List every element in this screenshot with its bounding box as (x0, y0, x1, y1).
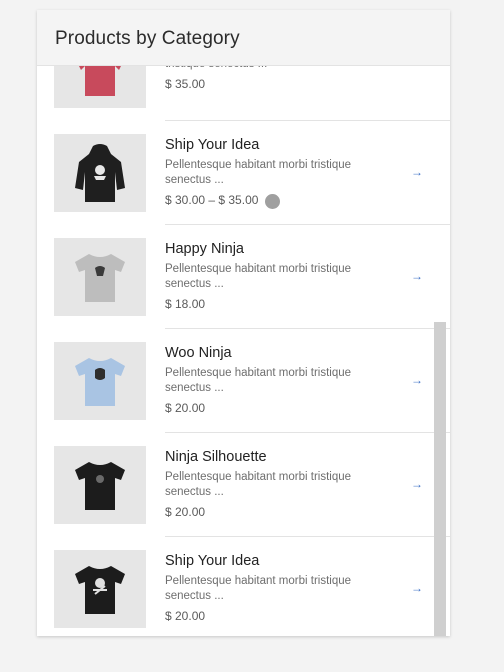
product-item[interactable]: Happy Ninja Pellentesque habitant morbi … (37, 225, 450, 329)
arrow-right-icon[interactable]: → (411, 581, 423, 595)
arrow-right-icon[interactable]: → (411, 269, 423, 283)
product-description: Pellentesque habitant morbi tristique se… (165, 575, 352, 602)
product-thumbnail[interactable] (54, 342, 146, 420)
product-description: Pellentesque habitant morbi tristique se… (165, 263, 352, 290)
light-blue-tshirt-icon (75, 358, 125, 406)
product-thumbnail[interactable] (54, 238, 146, 316)
product-description: Pellentesque habitant morbi tristique se… (165, 159, 352, 186)
product-thumbnail[interactable] (54, 550, 146, 628)
product-price: $ 20.00 (165, 609, 206, 623)
black-tshirt-icon (75, 566, 125, 614)
arrow-right-icon[interactable]: → (411, 477, 423, 491)
product-name[interactable]: Woo Ninja (165, 345, 232, 361)
card-header: Products by Category (37, 10, 450, 66)
product-thumbnail[interactable] (54, 134, 146, 212)
product-name[interactable]: Ship Your Idea (165, 553, 259, 569)
product-description: Pellentesque habitant morbi tristique se… (165, 471, 352, 498)
product-description: Pellentesque habitant morbi tristique se… (165, 367, 352, 394)
product-name[interactable]: Ninja Silhouette (165, 449, 267, 465)
page-title: Products by Category (55, 28, 240, 49)
products-card: Products by Category tristique senectus … (37, 10, 450, 636)
black-hoodie-icon (75, 144, 125, 202)
product-price: $ 18.00 (165, 297, 206, 311)
product-name[interactable]: Happy Ninja (165, 241, 244, 257)
product-price: $ 20.00 (165, 505, 206, 519)
product-name[interactable]: Ship Your Idea (165, 137, 259, 153)
product-price: $ 20.00 (165, 401, 206, 415)
touch-indicator (265, 194, 280, 209)
product-list[interactable]: tristique senectus ... $ 35.00 Ship Your… (37, 42, 450, 636)
product-item[interactable]: Ninja Silhouette Pellentesque habitant m… (37, 433, 450, 537)
scrollbar[interactable] (434, 322, 446, 636)
black-tshirt-icon (75, 462, 125, 510)
product-price: $ 35.00 (165, 77, 206, 91)
product-item[interactable]: Ship Your Idea Pellentesque habitant mor… (37, 121, 450, 225)
arrow-right-icon[interactable]: → (411, 373, 423, 387)
product-thumbnail[interactable] (54, 446, 146, 524)
arrow-right-icon[interactable]: → (411, 165, 423, 179)
product-price: $ 30.00 – $ 35.00 (165, 193, 259, 207)
product-item[interactable]: Woo Ninja Pellentesque habitant morbi tr… (37, 329, 450, 433)
product-item[interactable]: Ship Your Idea Pellentesque habitant mor… (37, 537, 450, 636)
gray-tshirt-icon (75, 254, 125, 302)
